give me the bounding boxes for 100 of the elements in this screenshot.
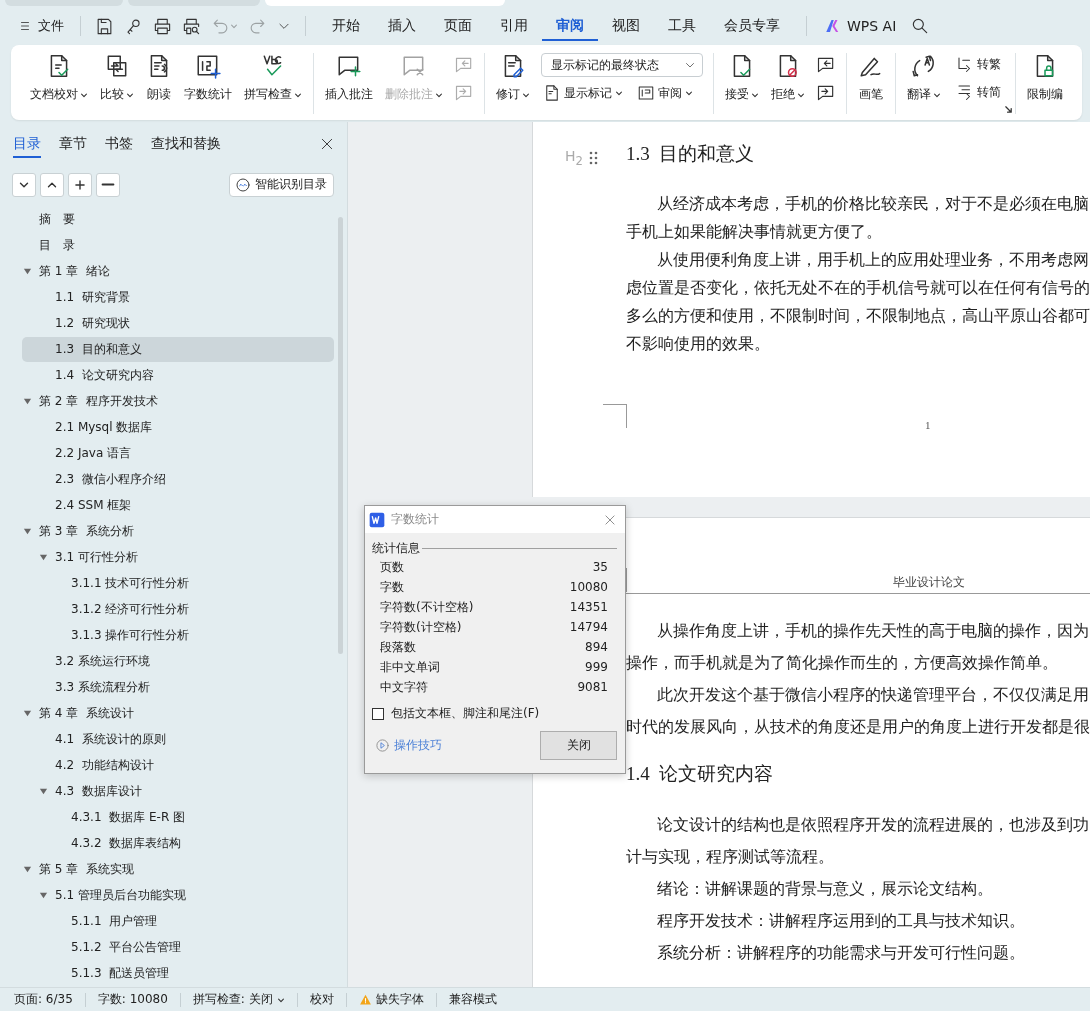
section-heading: 1.3 目的和意义 xyxy=(626,142,755,166)
menu-tab[interactable]: 开始 xyxy=(318,11,374,41)
toc-item[interactable]: 2.1 Mysql 数据库 xyxy=(22,415,334,440)
toc-item[interactable]: 5.1.3 配送员管理 xyxy=(22,961,334,986)
toc-item[interactable]: 3.1 可行性分析 xyxy=(22,545,334,570)
status-item[interactable]: 校对 xyxy=(309,991,334,1008)
track-changes-button[interactable]: 修订 xyxy=(491,53,535,103)
toc-item[interactable]: 4.3.1 数据库 E-R 图 xyxy=(22,805,334,830)
toc-item[interactable]: 3.3 系统流程分析 xyxy=(22,675,334,700)
pen-button[interactable]: 画笔 xyxy=(853,53,889,103)
paragraph: 系统分析：讲解程序的功能需求与开发可行性问题。 xyxy=(656,943,1025,963)
toc-item[interactable]: 2.3 微信小程序介绍 xyxy=(22,467,334,492)
smart-toc-button[interactable]: 智能识别目录 xyxy=(229,172,334,197)
read-aloud-button[interactable]: 朗读 xyxy=(141,53,177,103)
status-item[interactable]: 兼容模式 xyxy=(448,991,497,1008)
tips-link[interactable]: 操作技巧 xyxy=(372,737,442,754)
close-button[interactable]: 关闭 xyxy=(540,731,617,760)
menu-tab[interactable]: 会员专享 xyxy=(710,11,794,41)
crop-mark xyxy=(603,404,627,428)
pane-tab[interactable]: 目录 xyxy=(13,130,41,158)
close-icon xyxy=(603,512,617,527)
paragraph: 论文设计的结构也是依照程序开发的流程进展的，也涉及到功 计与实现，程序测试等流程。 xyxy=(626,815,1089,867)
stat-label: 段落数 xyxy=(380,638,416,656)
toc-item[interactable]: 4.2 功能结构设计 xyxy=(22,753,334,778)
stat-label: 字符数(不计空格) xyxy=(380,598,474,616)
menu-tab[interactable]: 引用 xyxy=(486,11,542,41)
compare-button[interactable]: 比较 xyxy=(95,53,139,103)
menu-tab[interactable]: 插入 xyxy=(374,11,430,41)
smart-icon xyxy=(235,176,251,193)
toc-item[interactable]: 第 1 章 绪论 xyxy=(22,259,334,284)
pane-tab[interactable]: 章节 xyxy=(59,130,87,158)
toc-item[interactable]: 3.1.1 技术可行性分析 xyxy=(22,571,334,596)
stat-label: 页数 xyxy=(380,558,404,576)
file-menu[interactable]: 文件 xyxy=(14,14,68,38)
review-pane-button[interactable]: 审阅 xyxy=(635,82,695,104)
toc-item[interactable]: 4.3 数据库设计 xyxy=(22,779,334,804)
toc-item[interactable]: 第 5 章 系统实现 xyxy=(22,857,334,882)
expand-button[interactable] xyxy=(40,172,64,197)
toc-item[interactable]: 第 3 章 系统分析 xyxy=(22,519,334,544)
status-item[interactable]: 拼写检查: 关闭 xyxy=(192,991,285,1008)
next-comment-button[interactable] xyxy=(816,83,836,103)
insert-comment-button[interactable]: 插入批注 xyxy=(320,53,378,103)
demote-button[interactable] xyxy=(96,172,120,197)
toc-item[interactable]: 3.1.3 操作可行性分析 xyxy=(22,623,334,648)
menu-tab[interactable]: 审阅 xyxy=(542,11,598,41)
toc-item[interactable]: 2.4 SSM 框架 xyxy=(22,493,334,518)
markup-dropdown[interactable]: 显示标记的最终状态 xyxy=(541,53,703,77)
toc-item[interactable]: 3.2 系统运行环境 xyxy=(22,649,334,674)
paragraph: 从使用便利角度上讲，用手机上的应用处理业务，不用考虑网 虑位置是否变化，依托无处不在的手机信号就可以在任何有信号的 多么的方便和使用，不限制时间，不限制地点，高山平原山谷都可 不影响使用的效果。 xyxy=(626,250,1090,354)
show-markup-button[interactable]: 显示标记 xyxy=(541,82,625,104)
dialog-title: 字数统计 xyxy=(391,511,439,528)
proofread-button[interactable]: 文档校对 xyxy=(25,53,93,103)
toc-item[interactable]: 5.1.2 平台公告管理 xyxy=(22,935,334,960)
accept-button[interactable]: 接受 xyxy=(720,53,764,103)
toc-item[interactable]: 4.1 系统设计的原则 xyxy=(22,727,334,752)
promote-button[interactable] xyxy=(68,172,92,197)
word-count-button[interactable]: 字数统计 xyxy=(179,53,237,103)
pane-tab[interactable]: 查找和替换 xyxy=(151,130,221,158)
status-item[interactable]: 字数: 10080 xyxy=(97,991,168,1008)
menu-tab[interactable]: 工具 xyxy=(654,11,710,41)
toc-item[interactable]: 第 2 章 程序开发技术 xyxy=(22,389,334,414)
toc-item[interactable]: 1.4 论文研究内容 xyxy=(22,363,334,388)
toc-item[interactable]: 摘 要 xyxy=(22,207,334,232)
menu-tab[interactable]: 页面 xyxy=(430,11,486,41)
toc-item[interactable]: 目 录 xyxy=(22,233,334,258)
previous-comment-button[interactable] xyxy=(816,55,836,75)
traditional-button[interactable]: 转繁 xyxy=(954,53,1003,75)
reject-button[interactable]: 拒绝 xyxy=(766,53,810,103)
page-number: 1 xyxy=(925,419,931,431)
toc-item[interactable]: 第 4 章 系统设计 xyxy=(22,701,334,726)
plus-icon xyxy=(73,177,87,192)
simplified-button[interactable]: 转简 xyxy=(954,81,1003,103)
restrict-editing-button[interactable]: 限制编 xyxy=(1022,53,1068,103)
ai-button[interactable]: WPS AI xyxy=(819,13,901,39)
toc-item[interactable]: 4.3.2 数据库表结构 xyxy=(22,831,334,856)
stat-value: 14351 xyxy=(569,600,608,614)
counter-icon xyxy=(195,53,221,79)
pane-tab[interactable]: 书签 xyxy=(105,130,133,158)
toc-item[interactable]: 2.2 Java 语言 xyxy=(22,441,334,466)
translate-button[interactable]: 翻译 xyxy=(902,53,946,103)
toc-item[interactable]: 1.1 研究背景 xyxy=(22,285,334,310)
stat-value: 894 xyxy=(585,640,608,654)
comment-forward-icon xyxy=(816,83,836,103)
toc-item[interactable]: 5.1 管理员后台功能实现 xyxy=(22,883,334,908)
stat-label: 中文字符 xyxy=(380,678,428,696)
toc-item[interactable]: 1.2 研究现状 xyxy=(22,311,334,336)
collapse-button[interactable] xyxy=(12,172,36,197)
status-item[interactable]: 缺失字体 xyxy=(358,991,424,1008)
stat-value: 14794 xyxy=(569,620,608,634)
toc-item[interactable]: 5.1.1 用户管理 xyxy=(22,909,334,934)
page-header: 毕业设计论文 xyxy=(893,574,965,591)
toc-item[interactable]: 1.3 目的和意义 xyxy=(22,337,334,362)
spell-check-button[interactable]: 拼写检查 xyxy=(239,53,307,103)
menu-tab[interactable]: 视图 xyxy=(598,11,654,41)
comment-back-icon xyxy=(816,55,836,75)
scrollbar-thumb[interactable] xyxy=(338,217,343,654)
toc-item[interactable]: 3.1.2 经济可行性分析 xyxy=(22,597,334,622)
stat-label: 非中文单词 xyxy=(380,658,440,676)
status-item[interactable]: 页面: 6/35 xyxy=(14,991,73,1008)
checkbox[interactable] xyxy=(372,707,384,720)
